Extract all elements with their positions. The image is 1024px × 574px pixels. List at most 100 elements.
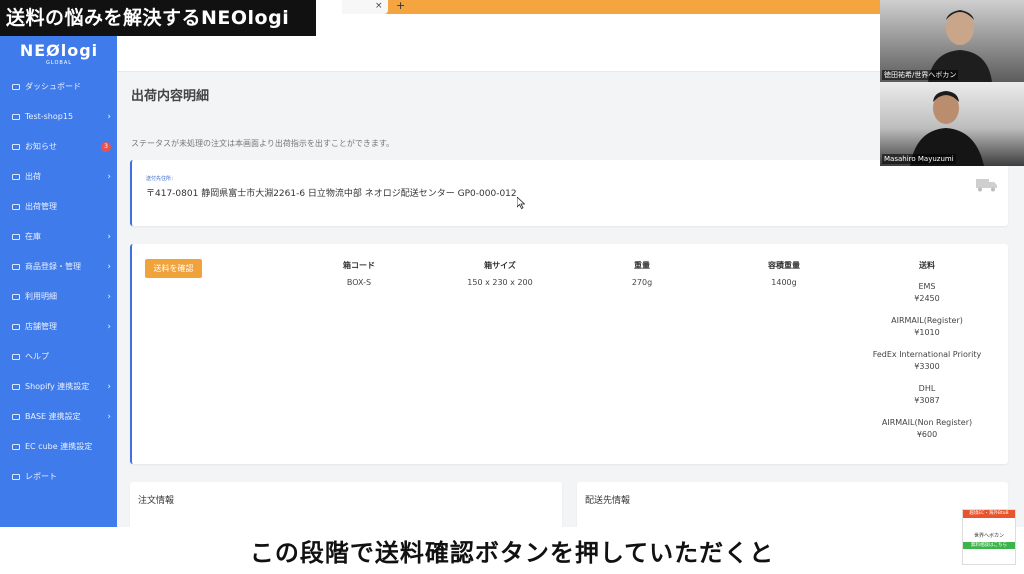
sidebar-item[interactable]: 利用明細 › (0, 282, 117, 312)
close-tab-icon[interactable]: × (375, 0, 383, 12)
webcam-name-label: 徳田祐希/世界へボカン (882, 70, 959, 80)
menu-icon (12, 263, 20, 270)
logo-text: NEØlogi (19, 41, 99, 60)
sidebar-item-label: 利用明細 (25, 292, 57, 301)
top-header-bar (117, 36, 880, 72)
video-title-overlay: 送料の悩みを解決するNEOlogi (0, 0, 316, 36)
sidebar-item[interactable]: EC cube 連携設定 (0, 432, 117, 462)
shipping-rate-rows: EMS ¥2450 AIRMAIL(Register) ¥1010 FedEx Inte… (862, 281, 992, 441)
video-subtitle: この段階で送料確認ボタンを押していただくと (249, 539, 775, 567)
sidebar-item[interactable]: Test-shop15 › (0, 102, 117, 132)
chevron-right-icon: › (107, 292, 111, 302)
neologi-logo[interactable]: NEØlogi GLOBAL (18, 42, 100, 67)
sidebar-item[interactable]: お知らせ 3 (0, 132, 117, 162)
sidebar-item[interactable]: レポート (0, 462, 117, 492)
weight-header: 重量 (634, 261, 650, 270)
menu-icon (12, 173, 20, 180)
confirm-shipping-rate-button[interactable]: 送料を確認 (145, 259, 202, 278)
sidebar-item-label: レポート (25, 472, 57, 481)
sidebar-item-label: お知らせ (25, 142, 57, 151)
sidebar-item-label: 出荷管理 (25, 202, 57, 211)
rate-price: ¥3300 (914, 362, 940, 371)
box-size-value: 150 x 230 x 200 (467, 278, 533, 287)
menu-icon (12, 323, 20, 330)
menu-icon (12, 233, 20, 240)
volumetric-weight-value: 1400g (771, 278, 797, 287)
promo-cta-text: 無料相談はこちら (963, 542, 1015, 549)
rate-carrier: DHL (918, 384, 936, 393)
sidebar-item[interactable]: BASE 連携設定 › (0, 402, 117, 432)
sidebar-item[interactable]: ヘルプ (0, 342, 117, 372)
chevron-right-icon: › (107, 382, 111, 392)
menu-icon (12, 143, 20, 150)
sidebar-item[interactable]: 在庫 › (0, 222, 117, 252)
menu-icon (12, 203, 20, 210)
truck-icon (976, 179, 997, 192)
webcam-feed: Masahiro Mayuzumi (880, 82, 1024, 166)
box-code-value: BOX-S (346, 278, 372, 287)
rate-price: ¥1010 (914, 328, 940, 337)
page-hint-text: ステータスが未処理の注文は本画面より出荷指示を出すことができます。 (131, 139, 395, 148)
sidebar-item[interactable]: 店舗管理 › (0, 312, 117, 342)
sidebar-item[interactable]: 出荷 › (0, 162, 117, 192)
new-tab-icon[interactable]: + (396, 0, 405, 12)
sidebar-item[interactable]: ダッシュボード (0, 72, 117, 102)
sidebar-item-label: Test-shop15 (25, 112, 74, 121)
notification-badge: 3 (101, 142, 111, 152)
sidebar-item-label: 店舗管理 (25, 322, 57, 331)
volumetric-weight-header: 容積重量 (768, 261, 800, 270)
box-code-header: 箱コード (343, 261, 375, 270)
shipping-address-label: 送付先住所： (146, 176, 177, 182)
promo-top-text: 越境EC・海外BtoB (963, 510, 1015, 518)
menu-icon (12, 353, 20, 360)
rate-carrier: AIRMAIL(Register) (891, 316, 963, 325)
webcam-feed: 徳田祐希/世界へボカン (880, 0, 1024, 82)
promo-badge[interactable]: 越境EC・海外BtoB 世界へボカン 無料相談はこちら (962, 509, 1016, 565)
shipping-rate-list: 送料 EMS ¥2450 AIRMAIL(Register) ¥1010 FedEx I… (862, 260, 992, 441)
sidebar-item-label: 在庫 (25, 232, 41, 241)
chevron-right-icon: › (107, 112, 111, 122)
chevron-right-icon: › (107, 262, 111, 272)
destination-info-title: 配送先情報 (585, 496, 631, 506)
shipping-rate-header: 送料 (919, 261, 935, 270)
rate-price: ¥600 (916, 430, 938, 439)
rate-price: ¥2450 (914, 294, 940, 303)
webcam-name-label: Masahiro Mayuzumi (882, 154, 956, 164)
menu-icon (12, 443, 20, 450)
sidebar-item-label: BASE 連携設定 (25, 412, 81, 421)
sidebar-item[interactable]: 出荷管理 (0, 192, 117, 222)
menu-icon (12, 383, 20, 390)
menu-icon (12, 473, 20, 480)
shipping-address-text: 〒417-0801 静岡県富士市大淵2261-6 日立物流中部 ネオロジ配送セン… (146, 189, 517, 199)
sidebar-item[interactable]: Shopify 連携設定 › (0, 372, 117, 402)
menu-icon (12, 413, 20, 420)
sidebar-item-label: 出荷 (25, 172, 41, 181)
chevron-right-icon: › (107, 172, 111, 182)
box-details-card: 送料を確認 箱コード BOX-S 箱サイズ 150 x 230 x 200 重量… (130, 244, 1008, 464)
screen: × + NEØlogi GLOBAL ダッシュボード Test-shop15 › お知… (0, 0, 1024, 574)
sidebar-item-label: ヘルプ (25, 352, 49, 361)
rate-carrier: FedEx International Priority (872, 350, 982, 359)
rate-price: ¥3087 (914, 396, 940, 405)
sidebar-item-label: 商品登録・管理 (25, 262, 81, 271)
mouse-cursor-icon (517, 197, 525, 209)
sidebar-item-label: EC cube 連携設定 (25, 442, 93, 451)
page-title: 出荷内容明細 (131, 89, 210, 104)
rate-carrier: EMS (918, 282, 936, 291)
sidebar-item-label: Shopify 連携設定 (25, 382, 90, 391)
sidebar-item-label: ダッシュボード (25, 82, 81, 91)
shipping-address-card: 送付先住所： 〒417-0801 静岡県富士市大淵2261-6 日立物流中部 ネ… (130, 160, 1008, 226)
sidebar-item[interactable]: 商品登録・管理 › (0, 252, 117, 282)
chevron-right-icon: › (107, 412, 111, 422)
rate-carrier: AIRMAIL(Non Register) (881, 418, 973, 427)
chevron-right-icon: › (107, 322, 111, 332)
chevron-right-icon: › (107, 232, 111, 242)
browser-tab-strip (342, 0, 882, 14)
sidebar: NEØlogi GLOBAL ダッシュボード Test-shop15 › お知らせ 3 出… (0, 36, 117, 536)
promo-brand-text: 世界へボカン (973, 533, 1004, 539)
menu-icon (12, 293, 20, 300)
menu-icon (12, 113, 20, 120)
order-info-title: 注文情報 (138, 496, 175, 506)
menu-icon (12, 83, 20, 90)
weight-value: 270g (631, 278, 653, 287)
